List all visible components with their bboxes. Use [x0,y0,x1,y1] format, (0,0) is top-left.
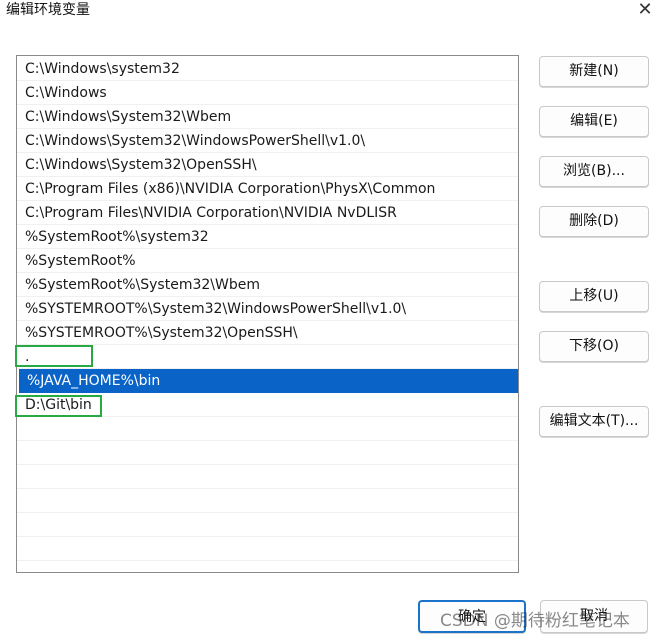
move-down-button[interactable]: 下移(O) [539,331,649,362]
path-list-item[interactable]: %JAVA_HOME%\bin [19,369,518,393]
path-list-empty-row[interactable] [17,513,518,537]
watermark: CSDN @期待粉红笔记本 [440,611,630,631]
browse-button[interactable]: 浏览(B)... [539,156,649,187]
path-list-item[interactable]: %SystemRoot%\system32 [17,225,518,249]
path-list-item[interactable]: . [17,345,518,369]
path-list-empty-row[interactable] [17,537,518,561]
path-list[interactable]: C:\Windows\system32 C:\Windows C:\Windows\… [16,55,519,573]
path-list-item[interactable]: %SYSTEMROOT%\System32\OpenSSH\ [17,321,518,345]
path-list-empty-row[interactable] [17,561,518,572]
path-list-item[interactable]: C:\Windows\System32\Wbem [17,105,518,129]
new-button[interactable]: 新建(N) [539,56,649,87]
close-icon[interactable]: ✕ [632,0,658,22]
path-list-empty-row[interactable] [17,465,518,489]
path-list-empty-row[interactable] [17,417,518,441]
path-list-empty-row[interactable] [17,441,518,465]
path-list-item[interactable]: %SystemRoot% [17,249,518,273]
path-list-item[interactable]: C:\Windows\system32 [17,57,518,81]
path-list-item[interactable]: %SystemRoot%\System32\Wbem [17,273,518,297]
path-list-empty-row[interactable] [17,489,518,513]
path-list-item[interactable]: C:\Program Files\NVIDIA Corporation\NVID… [17,201,518,225]
path-list-item[interactable]: %SYSTEMROOT%\System32\WindowsPowerShell\… [17,297,518,321]
path-list-item[interactable]: C:\Windows\System32\WindowsPowerShell\v1… [17,129,518,153]
edit-button[interactable]: 编辑(E) [539,106,649,137]
move-up-button[interactable]: 上移(U) [539,281,649,312]
path-list-item[interactable]: D:\Git\bin [17,393,518,417]
edit-text-button[interactable]: 编辑文本(T)... [539,406,649,437]
delete-button[interactable]: 删除(D) [539,206,649,237]
window-title: 编辑环境变量 [6,2,90,18]
path-list-item[interactable]: C:\Windows [17,81,518,105]
path-list-item[interactable]: C:\Windows\System32\OpenSSH\ [17,153,518,177]
path-list-item[interactable]: C:\Program Files (x86)\NVIDIA Corporatio… [17,177,518,201]
